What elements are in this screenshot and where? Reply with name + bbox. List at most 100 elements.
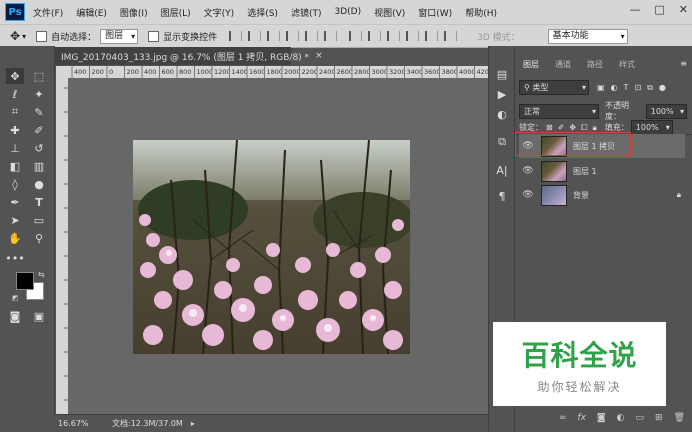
menu-3d[interactable]: 3D(D): [334, 7, 361, 17]
tab-styles[interactable]: 样式: [611, 56, 643, 72]
document-info[interactable]: 文档:12.3M/37.0M: [112, 418, 183, 429]
distribute-hcenter-icon[interactable]: [425, 31, 439, 41]
zoom-tool-icon[interactable]: ⚲: [30, 230, 48, 246]
status-arrow-icon[interactable]: ▸: [191, 419, 195, 428]
opacity-field[interactable]: 100%: [645, 103, 687, 119]
crop-tool-icon[interactable]: ⌗: [6, 104, 24, 120]
workspace-dropdown[interactable]: 基本功能: [547, 28, 628, 44]
panel-menu-icon[interactable]: ≡: [680, 56, 687, 72]
fill-field[interactable]: 100%: [630, 120, 673, 135]
menu-filter[interactable]: 滤镜(T): [291, 6, 322, 19]
swap-colors-icon[interactable]: ⇆: [38, 270, 45, 279]
align-right-icon[interactable]: [324, 31, 338, 41]
history-brush-icon[interactable]: ↺: [30, 140, 48, 156]
close-button[interactable]: ✕: [679, 3, 688, 16]
menu-window[interactable]: 窗口(W): [418, 6, 452, 19]
trash-icon[interactable]: 🗑︎: [674, 413, 685, 423]
align-vcenter-icon[interactable]: [248, 31, 262, 41]
distribute-top-icon[interactable]: [349, 31, 363, 41]
move-tool-icon[interactable]: ✥: [6, 68, 24, 84]
visibility-eye-icon[interactable]: 👁︎: [519, 190, 537, 200]
blend-mode-dropdown[interactable]: 正常: [519, 103, 599, 119]
filter-pixel-icon[interactable]: ▣: [597, 83, 605, 92]
minimize-button[interactable]: —: [629, 3, 640, 16]
filter-type-icon[interactable]: T: [624, 83, 629, 92]
character-panel-icon[interactable]: A|: [493, 162, 511, 178]
mask-icon[interactable]: ◙: [597, 413, 606, 423]
dodge-tool-icon[interactable]: ●: [30, 176, 48, 192]
filter-adjust-icon[interactable]: ◐: [611, 83, 618, 92]
distribute-bottom-icon[interactable]: [387, 31, 401, 41]
move-tool-icon[interactable]: ✥: [10, 29, 20, 43]
eraser-icon[interactable]: ◧: [6, 158, 24, 174]
auto-select-checkbox[interactable]: [36, 30, 48, 42]
distribute-vcenter-icon[interactable]: [368, 31, 382, 41]
menu-help[interactable]: 帮助(H): [465, 6, 497, 19]
auto-select-dropdown[interactable]: 图层: [100, 28, 139, 44]
blur-tool-icon[interactable]: ◊: [6, 176, 24, 192]
shape-tool-icon[interactable]: ▭: [30, 212, 48, 228]
actions-panel-icon[interactable]: ▶: [493, 86, 511, 102]
new-layer-icon[interactable]: ⊞: [655, 413, 663, 423]
default-colors-icon[interactable]: ◩: [12, 294, 19, 302]
gradient-tool-icon[interactable]: ▥: [30, 158, 48, 174]
eyedropper-icon[interactable]: ✎: [30, 104, 48, 120]
filter-smart-icon[interactable]: ⧉: [647, 83, 653, 93]
lasso-tool-icon[interactable]: ℓ: [6, 86, 24, 102]
close-tab-icon[interactable]: ×: [315, 51, 323, 61]
tab-layers[interactable]: 图层: [515, 56, 547, 72]
layer-name[interactable]: 背景: [573, 190, 589, 201]
lock-all-icon[interactable]: 🔒︎: [593, 123, 597, 133]
lock-position-icon[interactable]: ✥: [569, 123, 576, 132]
pen-tool-icon[interactable]: ✒: [6, 194, 24, 210]
zoom-level[interactable]: 16.67%: [58, 419, 112, 428]
paragraph-panel-icon[interactable]: ¶: [493, 188, 511, 204]
menu-layer[interactable]: 图层(L): [161, 6, 191, 19]
lock-artboard-icon[interactable]: ⧠: [581, 123, 587, 133]
filter-shape-icon[interactable]: ⊡: [634, 83, 641, 92]
path-select-icon[interactable]: ➤: [6, 212, 24, 228]
brush-tool-icon[interactable]: ✐: [30, 122, 48, 138]
screen-mode-icon[interactable]: ▣: [30, 308, 48, 324]
link-icon[interactable]: ∞: [559, 413, 567, 423]
align-bottom-icon[interactable]: [267, 31, 281, 41]
filter-toggle-icon[interactable]: ●: [659, 83, 666, 92]
layer-name[interactable]: 图层 1: [573, 166, 597, 177]
adjustment-icon[interactable]: ◐: [617, 413, 625, 423]
align-top-icon[interactable]: [229, 31, 243, 41]
visibility-eye-icon[interactable]: 👁︎: [519, 166, 537, 176]
menu-image[interactable]: 图像(I): [120, 6, 148, 19]
fx-icon[interactable]: fx: [577, 413, 586, 423]
distribute-right-icon[interactable]: [444, 31, 458, 41]
align-left-icon[interactable]: [286, 31, 300, 41]
menu-select[interactable]: 选择(S): [247, 6, 278, 19]
tab-paths[interactable]: 路径: [579, 56, 611, 72]
hand-tool-icon[interactable]: ✋: [6, 230, 24, 246]
maximize-button[interactable]: □: [654, 3, 664, 16]
show-transform-checkbox[interactable]: [148, 30, 160, 42]
type-tool-icon[interactable]: T: [30, 194, 48, 210]
menu-file[interactable]: 文件(F): [33, 6, 63, 19]
layer-row[interactable]: 👁︎ 背景 🔒︎: [519, 183, 685, 207]
tab-channels[interactable]: 通道: [547, 56, 579, 72]
align-hcenter-icon[interactable]: [305, 31, 319, 41]
clone-stamp-icon[interactable]: ⊥: [6, 140, 24, 156]
menu-view[interactable]: 视图(V): [374, 6, 405, 19]
layer-row[interactable]: 👁︎ 图层 1: [519, 159, 685, 183]
more-tools-icon[interactable]: •••: [5, 250, 24, 266]
distribute-left-icon[interactable]: [406, 31, 420, 41]
layer-filter-dropdown[interactable]: ⚲ 类型: [519, 80, 589, 95]
chevron-down-icon[interactable]: ▾: [22, 32, 26, 41]
swatches-panel-icon[interactable]: ◐: [493, 106, 511, 122]
document-tab[interactable]: IMG_20170403_133.jpg @ 16.7% (图层 1 拷贝, R…: [54, 47, 323, 65]
brush-panel-icon[interactable]: ⧉: [493, 134, 511, 150]
document-image[interactable]: [133, 140, 410, 354]
menu-type[interactable]: 文字(Y): [204, 6, 235, 19]
magic-wand-icon[interactable]: ✦: [30, 86, 48, 102]
marquee-tool-icon[interactable]: ⬚: [30, 68, 48, 84]
lock-pixels-icon[interactable]: ✐: [558, 123, 565, 132]
history-panel-icon[interactable]: ▤: [493, 66, 511, 82]
healing-brush-icon[interactable]: ✚: [6, 122, 24, 138]
quick-mask-icon[interactable]: ◙: [6, 308, 24, 324]
foreground-color-swatch[interactable]: [16, 272, 34, 290]
